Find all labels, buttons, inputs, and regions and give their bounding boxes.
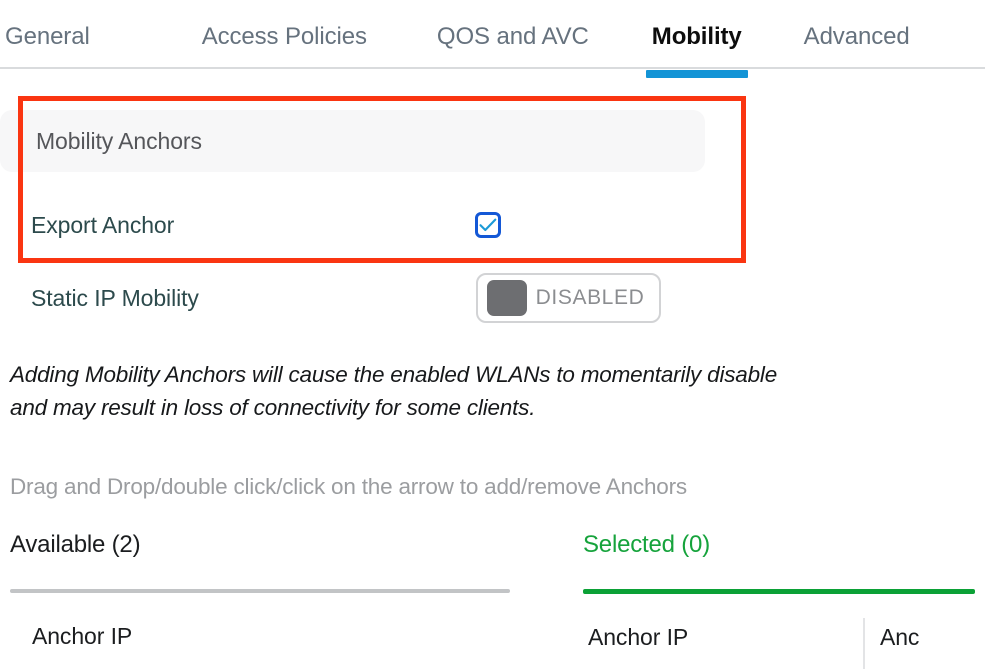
selected-anchors-pane: Selected (0) Anchor IP Anc — [583, 530, 975, 669]
selected-column-divider — [863, 618, 865, 669]
toggle-state-label: DISABLED — [535, 286, 645, 309]
selected-pane-title: Selected (0) — [583, 531, 710, 558]
drag-drop-hint: Drag and Drop/double click/click on the … — [10, 474, 687, 499]
available-column-anchor-ip[interactable]: Anchor IP — [32, 621, 132, 651]
mobility-anchor-warning-note: Adding Mobility Anchors will cause the e… — [10, 358, 890, 424]
tab-mobility[interactable]: Mobility — [645, 22, 748, 78]
static-ip-mobility-toggle-wrap: DISABLED — [476, 272, 661, 324]
tabbar-divider — [0, 67, 985, 69]
export-anchor-row: Export Anchor — [0, 204, 760, 246]
export-anchor-checkbox[interactable] — [475, 212, 501, 238]
warning-line-1: Adding Mobility Anchors will cause the e… — [10, 362, 778, 387]
tab-list: General Access Policies QOS and AVC Mobi… — [0, 22, 910, 78]
tab-advanced[interactable]: Advanced — [804, 22, 910, 52]
selected-pane-underline — [583, 589, 975, 594]
static-ip-mobility-toggle[interactable]: DISABLED — [476, 273, 661, 323]
available-anchors-pane: Available (2) Anchor IP — [10, 530, 510, 661]
export-anchor-label: Export Anchor — [31, 212, 175, 238]
selected-column-anchor-ip[interactable]: Anchor IP — [588, 622, 688, 652]
available-pane-title: Available (2) — [10, 531, 141, 558]
anchor-transfer-lists: Available (2) Anchor IP Selected (0) Anc… — [0, 530, 999, 669]
tab-general[interactable]: General — [5, 22, 90, 52]
section-title: Mobility Anchors — [36, 128, 202, 154]
wlan-mobility-settings-page: General Access Policies QOS and AVC Mobi… — [0, 0, 999, 669]
toggle-knob — [487, 280, 527, 316]
warning-line-2: and may result in loss of connectivity f… — [10, 395, 536, 420]
static-ip-mobility-label: Static IP Mobility — [31, 285, 199, 311]
selected-column-headers: Anchor IP Anc — [583, 618, 975, 669]
static-ip-mobility-row: Static IP Mobility DISABLED — [0, 272, 760, 324]
settings-tabbar: General Access Policies QOS and AVC Mobi… — [0, 0, 999, 78]
export-anchor-checkbox-wrap — [475, 204, 501, 246]
mobility-anchors-section-header: Mobility Anchors — [0, 110, 705, 172]
available-column-headers: Anchor IP — [10, 621, 510, 661]
selected-column-anchor-priority[interactable]: Anc — [880, 622, 919, 652]
tab-qos-and-avc[interactable]: QOS and AVC — [437, 22, 589, 52]
checkmark-icon — [479, 218, 497, 232]
tab-access-policies[interactable]: Access Policies — [202, 22, 367, 52]
available-pane-underline — [10, 589, 510, 593]
